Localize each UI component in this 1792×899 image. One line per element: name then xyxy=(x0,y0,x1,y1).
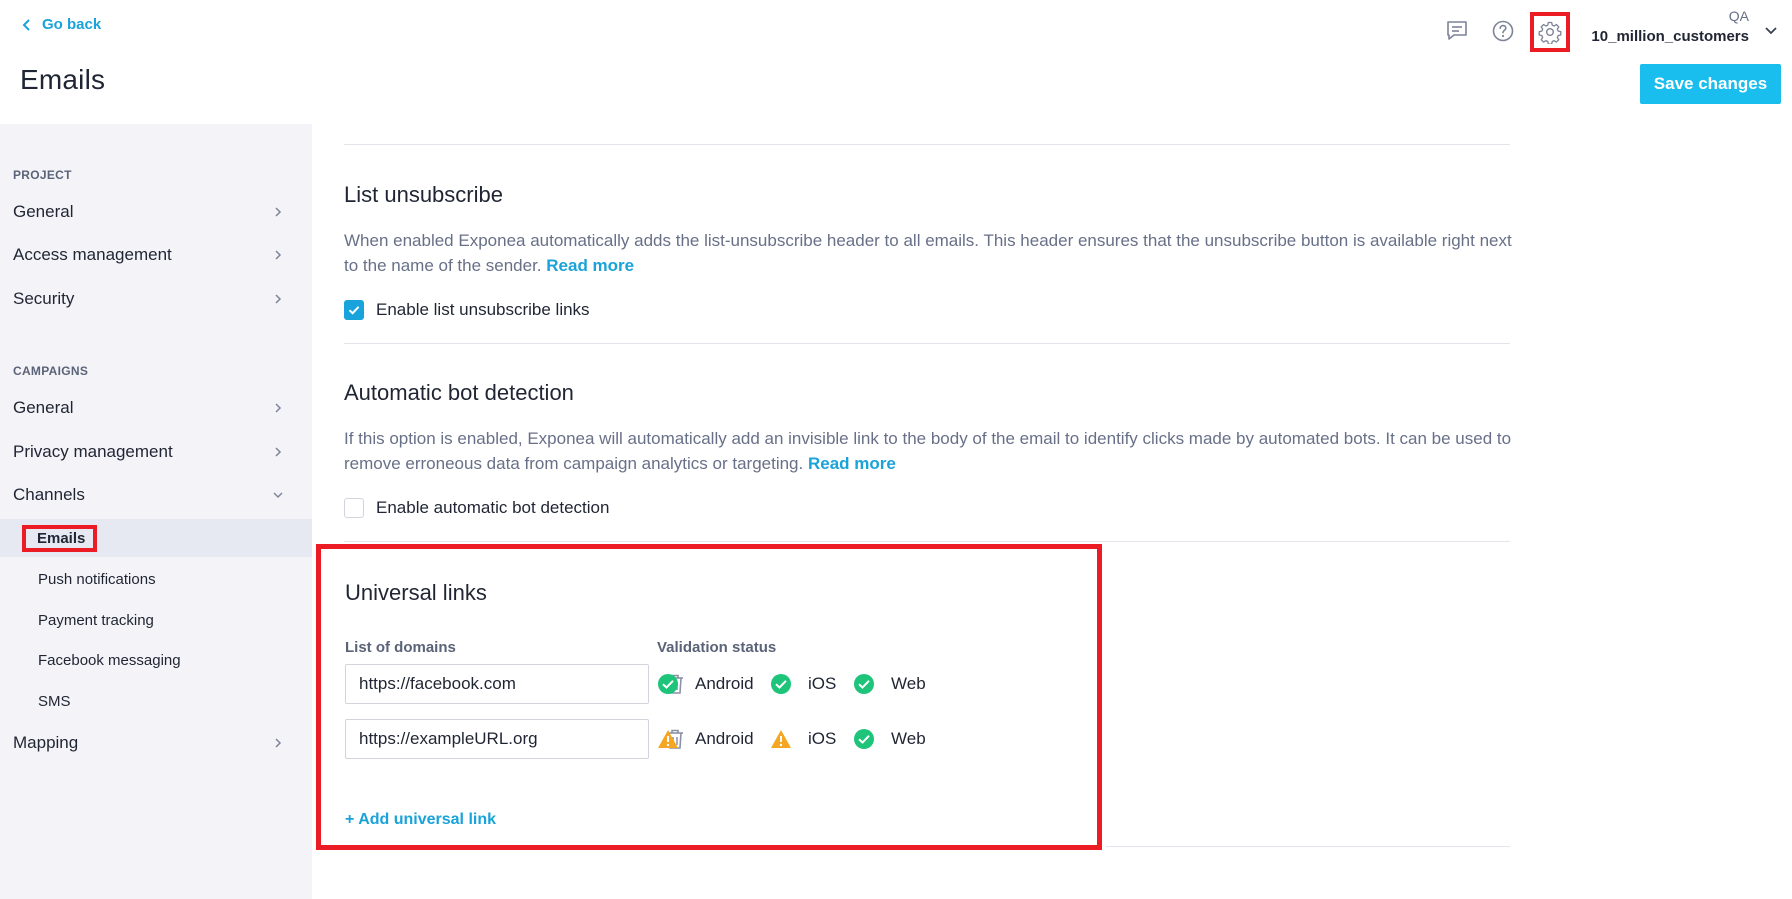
status-android: Android xyxy=(657,728,754,750)
sidebar-item-project-general[interactable]: General xyxy=(0,192,312,232)
sidebar-subitem-facebook-messaging[interactable]: Facebook messaging xyxy=(0,641,312,679)
add-universal-link-button[interactable]: + Add universal link xyxy=(345,811,496,829)
sidebar-item-channels[interactable]: Channels xyxy=(0,475,312,515)
status-android: Android xyxy=(657,673,754,695)
status-ios: iOS xyxy=(770,673,836,695)
sidebar-item-label: Mapping xyxy=(13,733,79,752)
checkbox-label: Enable list unsubscribe links xyxy=(376,300,590,319)
checkbox-unchecked-icon[interactable] xyxy=(344,498,364,518)
sidebar-item-label: Security xyxy=(13,289,75,308)
bot-detection-title: Automatic bot detection xyxy=(344,380,574,405)
chevron-right-icon xyxy=(275,447,282,457)
sidebar-subitem-sms[interactable]: SMS xyxy=(0,682,312,720)
check-circle-icon xyxy=(658,674,678,694)
sidebar-item-security[interactable]: Security xyxy=(0,279,312,319)
chevron-down-icon xyxy=(273,492,283,499)
read-more-link[interactable]: Read more xyxy=(808,454,896,473)
sidebar-item-label: General xyxy=(13,202,74,221)
status-ios: iOS xyxy=(770,728,836,750)
main-content: List unsubscribe When enabled Exponea au… xyxy=(312,124,1792,899)
list-unsubscribe-description: When enabled Exponea automatically adds … xyxy=(344,228,1514,278)
universal-links-title: Universal links xyxy=(345,580,487,605)
chevron-right-icon xyxy=(275,294,282,304)
divider xyxy=(344,343,1510,344)
description-text: If this option is enabled, Exponea will … xyxy=(344,429,1512,473)
account-switcher[interactable]: QA 10_million_customers xyxy=(1591,8,1749,45)
go-back-link[interactable]: Go back xyxy=(22,16,101,33)
validation-column-label: Validation status xyxy=(657,639,777,656)
save-changes-button[interactable]: Save changes xyxy=(1640,64,1781,104)
sidebar-subitem-label: Payment tracking xyxy=(38,611,154,629)
divider xyxy=(1106,846,1510,847)
sidebar-item-label: Privacy management xyxy=(13,442,173,461)
list-unsubscribe-title: List unsubscribe xyxy=(344,182,503,207)
sidebar-item-mapping[interactable]: Mapping xyxy=(0,723,312,763)
description-text: When enabled Exponea automatically adds … xyxy=(344,231,1512,275)
sidebar-item-access-management[interactable]: Access management xyxy=(0,235,312,275)
chevron-down-icon[interactable] xyxy=(1764,24,1778,38)
checkbox-checked-icon[interactable] xyxy=(344,300,364,320)
sidebar-item-label: General xyxy=(13,398,74,417)
universal-links-section: Universal links List of domains Validati… xyxy=(316,544,1102,850)
chevron-right-icon xyxy=(275,250,282,260)
sidebar-heading-campaigns: CAMPAIGNS xyxy=(13,364,89,378)
sidebar-subitem-push-notifications[interactable]: Push notifications xyxy=(0,560,312,598)
sidebar-subitem-label: SMS xyxy=(38,692,71,710)
account-role: QA xyxy=(1728,8,1749,24)
status-web: Web xyxy=(853,673,926,695)
chevron-right-icon xyxy=(275,207,282,217)
enable-list-unsubscribe-checkbox[interactable]: Enable list unsubscribe links xyxy=(344,300,590,320)
sidebar-subitem-payment-tracking[interactable]: Payment tracking xyxy=(0,601,312,639)
chevron-left-icon xyxy=(22,18,30,31)
check-circle-icon xyxy=(854,729,874,749)
divider xyxy=(344,144,1510,145)
domains-column-label: List of domains xyxy=(345,639,456,656)
bot-detection-description: If this option is enabled, Exponea will … xyxy=(344,426,1514,476)
read-more-link[interactable]: Read more xyxy=(546,256,634,275)
sidebar-item-label: Channels xyxy=(13,485,85,504)
sidebar-item-campaigns-general[interactable]: General xyxy=(0,388,312,428)
status-label: Web xyxy=(891,729,926,748)
status-web: Web xyxy=(853,728,926,750)
sidebar-subitem-label: Emails xyxy=(22,524,98,552)
page-title: Emails xyxy=(20,64,106,95)
sidebar-subitem-emails[interactable]: Emails xyxy=(0,519,312,557)
status-label: iOS xyxy=(808,729,837,748)
chevron-right-icon xyxy=(275,738,282,748)
account-name: 10_million_customers xyxy=(1591,28,1749,45)
sidebar-subitem-label: Facebook messaging xyxy=(38,651,181,669)
domain-input[interactable] xyxy=(345,719,649,759)
status-label: Web xyxy=(891,674,926,693)
sidebar-item-label: Access management xyxy=(13,245,172,264)
checkbox-label: Enable automatic bot detection xyxy=(376,498,610,517)
go-back-label: Go back xyxy=(42,16,102,33)
divider xyxy=(344,541,1510,542)
sidebar-heading-project: PROJECT xyxy=(13,168,72,182)
check-circle-icon xyxy=(771,674,791,694)
domain-input[interactable] xyxy=(345,664,649,704)
enable-bot-detection-checkbox[interactable]: Enable automatic bot detection xyxy=(344,498,609,518)
header: Go back Emails QA 10_million_customers S… xyxy=(0,0,1792,124)
status-label: Android xyxy=(695,729,754,748)
sidebar: PROJECT General Access management Securi… xyxy=(0,124,312,899)
status-label: iOS xyxy=(808,674,837,693)
check-circle-icon xyxy=(854,674,874,694)
gear-icon[interactable] xyxy=(1530,12,1570,52)
chat-icon[interactable] xyxy=(1444,18,1470,44)
help-icon[interactable] xyxy=(1490,18,1516,44)
sidebar-item-privacy-management[interactable]: Privacy management xyxy=(0,432,312,472)
warning-icon xyxy=(771,730,791,748)
sidebar-subitem-label: Push notifications xyxy=(38,570,156,588)
status-label: Android xyxy=(695,674,754,693)
warning-icon xyxy=(658,730,678,748)
chevron-right-icon xyxy=(275,403,282,413)
